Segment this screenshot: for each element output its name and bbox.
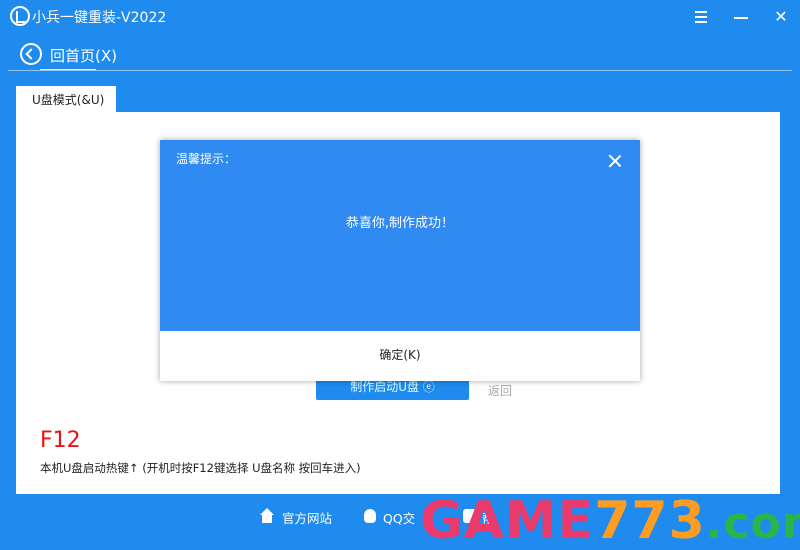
success-dialog: 温馨提示： 恭喜你,制作成功！ 确定(K) bbox=[160, 140, 640, 381]
tab-usb-mode[interactable]: U盘模式(&U) bbox=[16, 86, 116, 112]
back-arrow-icon bbox=[25, 48, 37, 60]
minimize-icon bbox=[734, 17, 748, 19]
hotkey-description: 本机U盘启动热键↑ (开机时按F12键选择 U盘名称 按回车进入) bbox=[40, 461, 361, 475]
title-bar: 小兵一键重装-V2022 ✕ bbox=[0, 0, 800, 34]
hotkey-label: F12 bbox=[40, 428, 81, 453]
dialog-message: 恭喜你,制作成功！ bbox=[345, 216, 455, 231]
return-link[interactable]: 返回 bbox=[488, 382, 512, 399]
app-title: 小兵一键重装-V2022 bbox=[32, 10, 167, 26]
app-logo-icon bbox=[10, 6, 30, 26]
window-menu-button[interactable] bbox=[686, 4, 716, 30]
qq-icon bbox=[364, 509, 376, 523]
footer-official-site-link[interactable]: 官方网站 bbox=[282, 508, 332, 527]
window-minimize-button[interactable] bbox=[726, 4, 756, 30]
site-watermark: GAME773.com bbox=[420, 492, 800, 550]
header-divider bbox=[8, 70, 792, 71]
dialog-ok-button[interactable]: 确定(K) bbox=[350, 346, 450, 363]
home-icon bbox=[260, 508, 274, 523]
dialog-title: 温馨提示： bbox=[176, 152, 237, 166]
back-home-label[interactable]: 回首页(X) bbox=[50, 45, 117, 66]
watermark-number: 773 bbox=[594, 491, 706, 550]
back-button[interactable] bbox=[20, 43, 42, 65]
watermark-game: GAME bbox=[420, 491, 595, 550]
footer-qq-link[interactable]: QQ交 bbox=[383, 508, 415, 527]
dialog-header: 温馨提示： 恭喜你,制作成功！ bbox=[160, 140, 640, 331]
window-close-button[interactable]: ✕ bbox=[766, 4, 796, 30]
menu-icon bbox=[695, 11, 707, 23]
dialog-close-icon[interactable] bbox=[608, 154, 622, 168]
watermark-domain: .com bbox=[705, 498, 800, 549]
